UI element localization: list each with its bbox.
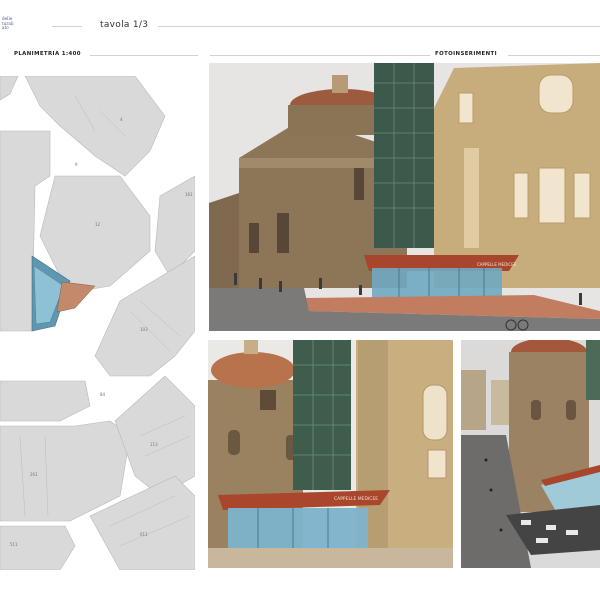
glass-pavilion (228, 508, 368, 550)
glass-pavilion (372, 268, 502, 298)
svg-text:161: 161 (185, 192, 193, 197)
institution-logo: delle turali ato (2, 16, 14, 31)
plan-block (0, 525, 76, 570)
plan-block (114, 375, 195, 497)
plan-section-label: PLANIMETRIA 1:400 (14, 51, 81, 57)
photomontage-bottom-left: CAPPELLE MEDICEE (208, 340, 453, 568)
svg-text:84: 84 (100, 392, 106, 397)
svg-text:261: 261 (30, 472, 38, 477)
svg-text:9: 9 (75, 162, 78, 167)
canopy-sign: CAPPELLE MEDICEE (477, 262, 517, 267)
plan-block (0, 76, 19, 101)
svg-text:511: 511 (10, 542, 18, 547)
photos-label-rule-right (508, 55, 600, 56)
canopy-sign: CAPPELLE MEDICEE (334, 496, 378, 502)
svg-text:611: 611 (140, 532, 148, 537)
plan-block (0, 420, 131, 522)
svg-text:113: 113 (150, 442, 158, 447)
svg-text:103: 103 (140, 327, 148, 332)
canopy-footprint (56, 281, 96, 313)
board-title: tavola 1/3 (100, 20, 149, 30)
plan-label-rule (90, 55, 198, 56)
plan-block (0, 380, 91, 422)
site-plan: 94 12 103 261 113 611 511 161 84 (0, 76, 195, 570)
photomontage-main: CAPPELLE MEDICEE (209, 63, 600, 331)
photomontage-bottom-right (461, 340, 600, 568)
svg-text:12: 12 (95, 222, 101, 227)
photos-label-rule-left (210, 55, 430, 56)
header-rule-right (158, 26, 600, 27)
scaffolding (374, 63, 434, 248)
scaffolding (293, 340, 351, 490)
header-rule-left (52, 26, 82, 27)
photos-section-label: FOTOINSERIMENTI (435, 51, 498, 57)
